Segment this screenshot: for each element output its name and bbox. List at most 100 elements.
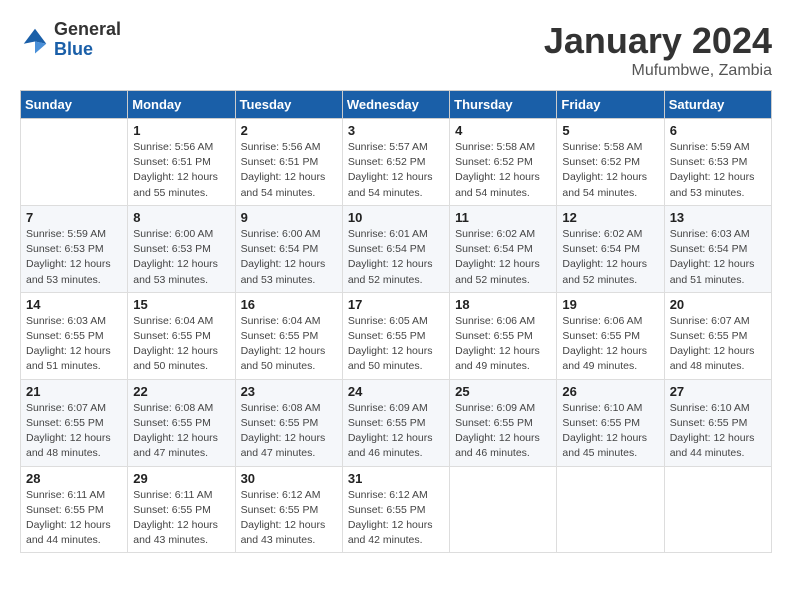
day-info: Sunrise: 6:00 AMSunset: 6:54 PMDaylight:… [241,227,337,288]
day-number: 2 [241,123,337,138]
day-number: 24 [348,384,444,399]
calendar-cell: 27 Sunrise: 6:10 AMSunset: 6:55 PMDayligh… [664,379,771,466]
day-number: 1 [133,123,229,138]
header-wednesday: Wednesday [342,91,449,119]
day-number: 3 [348,123,444,138]
logo: General Blue [20,20,121,60]
day-info: Sunrise: 6:06 AMSunset: 6:55 PMDaylight:… [455,314,551,375]
day-number: 10 [348,210,444,225]
calendar-week-row: 7 Sunrise: 5:59 AMSunset: 6:53 PMDaylight… [21,205,772,292]
day-info: Sunrise: 6:02 AMSunset: 6:54 PMDaylight:… [562,227,658,288]
calendar-cell: 16Sunrise: 6:04 AMSunset: 6:55 PMDayligh… [235,292,342,379]
day-info: Sunrise: 6:07 AMSunset: 6:55 PMDaylight:… [670,314,766,375]
calendar-cell: 29 Sunrise: 6:11 AMSunset: 6:55 PMDayligh… [128,466,235,553]
day-info: Sunrise: 6:04 AMSunset: 6:55 PMDaylight:… [133,314,229,375]
header-thursday: Thursday [450,91,557,119]
location: Mufumbwe, Zambia [544,62,772,80]
calendar-cell: 30 Sunrise: 6:12 AMSunset: 6:55 PMDayligh… [235,466,342,553]
day-number: 7 [26,210,122,225]
day-number: 31 [348,471,444,486]
day-number: 6 [670,123,766,138]
calendar-week-row: 21Sunrise: 6:07 AMSunset: 6:55 PMDayligh… [21,379,772,466]
day-info: Sunrise: 6:11 AMSunset: 6:55 PMDaylight:… [133,488,229,549]
calendar-cell: 2 Sunrise: 5:56 AMSunset: 6:51 PMDaylight… [235,119,342,206]
day-number: 20 [670,297,766,312]
day-info: Sunrise: 6:00 AMSunset: 6:53 PMDaylight:… [133,227,229,288]
day-number: 8 [133,210,229,225]
calendar-cell: 17 Sunrise: 6:05 AMSunset: 6:55 PMDayligh… [342,292,449,379]
day-info: Sunrise: 6:01 AMSunset: 6:54 PMDaylight:… [348,227,444,288]
calendar-cell: 20 Sunrise: 6:07 AMSunset: 6:55 PMDayligh… [664,292,771,379]
calendar-cell: 23Sunrise: 6:08 AMSunset: 6:55 PMDayligh… [235,379,342,466]
day-number: 27 [670,384,766,399]
calendar-cell: 8 Sunrise: 6:00 AMSunset: 6:53 PMDaylight… [128,205,235,292]
day-info: Sunrise: 5:56 AMSunset: 6:51 PMDaylight:… [133,140,229,201]
calendar-cell: 14 Sunrise: 6:03 AMSunset: 6:55 PMDayligh… [21,292,128,379]
day-info: Sunrise: 6:12 AMSunset: 6:55 PMDaylight:… [241,488,337,549]
day-number: 28 [26,471,122,486]
header-monday: Monday [128,91,235,119]
calendar-week-row: 1 Sunrise: 5:56 AMSunset: 6:51 PMDaylight… [21,119,772,206]
day-number: 11 [455,210,551,225]
logo-icon [20,25,50,55]
calendar-cell: 24 Sunrise: 6:09 AMSunset: 6:55 PMDayligh… [342,379,449,466]
day-number: 14 [26,297,122,312]
title-block: January 2024 Mufumbwe, Zambia [544,20,772,80]
calendar-cell: 13 Sunrise: 6:03 AMSunset: 6:54 PMDayligh… [664,205,771,292]
day-info: Sunrise: 6:08 AMSunset: 6:55 PMDaylight:… [241,401,337,462]
calendar-cell: 5 Sunrise: 5:58 AMSunset: 6:52 PMDaylight… [557,119,664,206]
day-info: Sunrise: 6:03 AMSunset: 6:55 PMDaylight:… [26,314,122,375]
day-info: Sunrise: 5:59 AMSunset: 6:53 PMDaylight:… [26,227,122,288]
day-number: 29 [133,471,229,486]
day-number: 15 [133,297,229,312]
day-info: Sunrise: 5:56 AMSunset: 6:51 PMDaylight:… [241,140,337,201]
day-number: 12 [562,210,658,225]
calendar-cell: 28 Sunrise: 6:11 AMSunset: 6:55 PMDayligh… [21,466,128,553]
day-number: 16 [241,297,337,312]
day-number: 19 [562,297,658,312]
month-title: January 2024 [544,20,772,62]
calendar-cell [557,466,664,553]
day-info: Sunrise: 6:10 AMSunset: 6:55 PMDaylight:… [562,401,658,462]
calendar-cell: 12 Sunrise: 6:02 AMSunset: 6:54 PMDayligh… [557,205,664,292]
calendar-table: SundayMondayTuesdayWednesdayThursdayFrid… [20,90,772,553]
page-header: General Blue January 2024 Mufumbwe, Zamb… [20,20,772,80]
calendar-cell: 31 Sunrise: 6:12 AMSunset: 6:55 PMDayligh… [342,466,449,553]
calendar-cell: 9 Sunrise: 6:00 AMSunset: 6:54 PMDaylight… [235,205,342,292]
day-number: 4 [455,123,551,138]
day-number: 22 [133,384,229,399]
calendar-cell [450,466,557,553]
header-saturday: Saturday [664,91,771,119]
day-number: 18 [455,297,551,312]
day-info: Sunrise: 6:09 AMSunset: 6:55 PMDaylight:… [348,401,444,462]
logo-blue-text: Blue [54,40,121,60]
calendar-cell: 6 Sunrise: 5:59 AMSunset: 6:53 PMDaylight… [664,119,771,206]
day-info: Sunrise: 6:08 AMSunset: 6:55 PMDaylight:… [133,401,229,462]
day-number: 5 [562,123,658,138]
day-info: Sunrise: 6:11 AMSunset: 6:55 PMDaylight:… [26,488,122,549]
calendar-cell: 22 Sunrise: 6:08 AMSunset: 6:55 PMDayligh… [128,379,235,466]
day-info: Sunrise: 5:58 AMSunset: 6:52 PMDaylight:… [562,140,658,201]
day-number: 26 [562,384,658,399]
calendar-cell: 7 Sunrise: 5:59 AMSunset: 6:53 PMDaylight… [21,205,128,292]
day-number: 30 [241,471,337,486]
day-info: Sunrise: 6:10 AMSunset: 6:55 PMDaylight:… [670,401,766,462]
day-info: Sunrise: 5:58 AMSunset: 6:52 PMDaylight:… [455,140,551,201]
day-info: Sunrise: 6:03 AMSunset: 6:54 PMDaylight:… [670,227,766,288]
day-number: 21 [26,384,122,399]
calendar-cell: 25Sunrise: 6:09 AMSunset: 6:55 PMDayligh… [450,379,557,466]
header-friday: Friday [557,91,664,119]
day-info: Sunrise: 6:12 AMSunset: 6:55 PMDaylight:… [348,488,444,549]
calendar-cell [664,466,771,553]
calendar-cell: 4 Sunrise: 5:58 AMSunset: 6:52 PMDaylight… [450,119,557,206]
day-info: Sunrise: 5:57 AMSunset: 6:52 PMDaylight:… [348,140,444,201]
day-info: Sunrise: 5:59 AMSunset: 6:53 PMDaylight:… [670,140,766,201]
calendar-cell: 18 Sunrise: 6:06 AMSunset: 6:55 PMDayligh… [450,292,557,379]
day-number: 25 [455,384,551,399]
calendar-cell: 11Sunrise: 6:02 AMSunset: 6:54 PMDayligh… [450,205,557,292]
day-number: 9 [241,210,337,225]
day-number: 17 [348,297,444,312]
calendar-cell: 1 Sunrise: 5:56 AMSunset: 6:51 PMDaylight… [128,119,235,206]
day-info: Sunrise: 6:05 AMSunset: 6:55 PMDaylight:… [348,314,444,375]
day-number: 13 [670,210,766,225]
